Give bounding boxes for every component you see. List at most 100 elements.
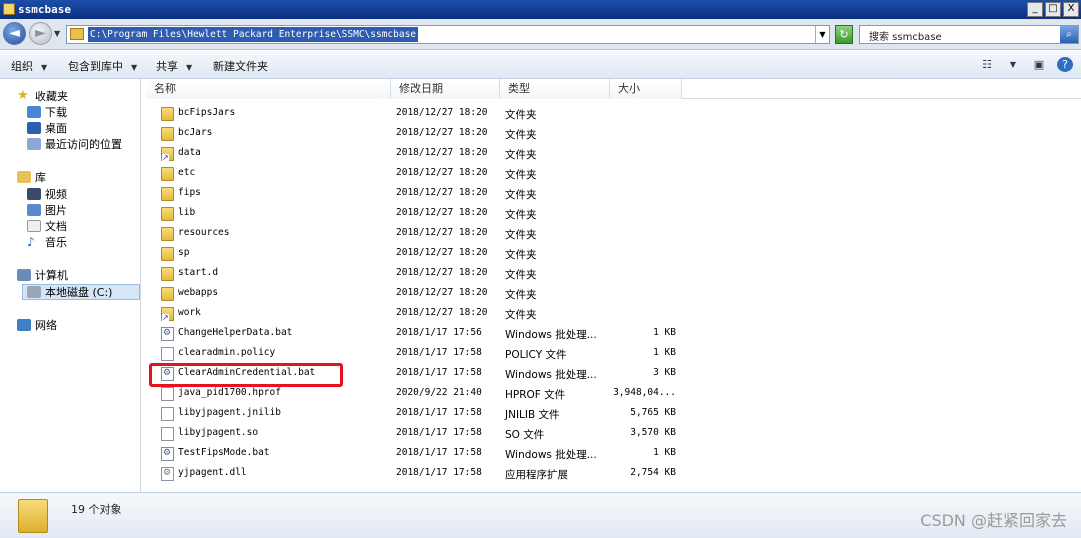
new-folder-button[interactable]: 新建文件夹 (213, 58, 268, 74)
file-row[interactable]: ChangeHelperData.bat2018/1/17 17:56Windo… (146, 324, 686, 344)
nav-label: 收藏夹 (35, 90, 68, 103)
file-row[interactable]: etc 2018/12/27 18:20 文件夹 (146, 164, 686, 184)
file-date: 2018/1/17 17:58 (396, 407, 482, 418)
batch-file-icon (161, 327, 174, 341)
window-title: ssmcbase (18, 3, 71, 16)
chevron-down-icon[interactable]: ▼ (815, 26, 829, 43)
file-name: data (178, 147, 201, 158)
nav-documents[interactable]: 文档 (27, 218, 67, 234)
folder-icon (161, 247, 174, 261)
share-menu[interactable]: 共享 ▼ (156, 58, 192, 74)
nav-computer[interactable]: 计算机 (17, 267, 68, 283)
file-date: 2018/1/17 17:58 (396, 447, 482, 458)
column-date[interactable]: 修改日期 (391, 79, 500, 99)
file-row[interactable]: fips 2018/12/27 18:20 文件夹 (146, 184, 686, 204)
share-label: 共享 (156, 60, 178, 73)
file-type: 文件夹 (505, 249, 537, 261)
file-row[interactable]: data 2018/12/27 18:20 文件夹 (146, 144, 686, 164)
file-row[interactable]: libyjpagent.so 2018/1/17 17:58 SO 文件 3,570 … (146, 424, 686, 444)
folder-icon (161, 267, 174, 281)
item-count: 19 个对象 (71, 503, 122, 516)
file-name: java_pid1700.hprof (178, 387, 281, 398)
file-row[interactable]: webapps 2018/12/27 18:20 文件夹 (146, 284, 686, 304)
nav-label: 最近访问的位置 (45, 138, 122, 151)
navigation-pane: ★ 收藏夹 下载 桌面 最近访问的位置 库 视频 图片 文档 ♪ 音乐 计算机 本地… (0, 79, 141, 492)
nav-favorites[interactable]: ★ 收藏夹 (17, 88, 68, 104)
column-type[interactable]: 类型 (500, 79, 610, 99)
nav-local-disk[interactable]: 本地磁盘 (C:) (22, 284, 140, 300)
file-name: libyjpagent.so (178, 427, 259, 438)
music-icon: ♪ (27, 235, 35, 249)
nav-label: 下载 (45, 106, 67, 119)
nav-network[interactable]: 网络 (17, 317, 57, 333)
folder-shortcut-icon (161, 307, 174, 322)
address-input[interactable]: C:\Program Files\Hewlett Packard Enterpr… (66, 25, 830, 44)
file-row[interactable]: TestFipsMode.bat2018/1/17 17:58Windows 批… (146, 444, 686, 464)
file-type: 文件夹 (505, 229, 537, 241)
chevron-down-icon[interactable]: ▼ (1005, 57, 1021, 72)
file-name: lib (178, 207, 196, 218)
file-date: 2018/1/17 17:58 (396, 347, 482, 358)
file-date: 2018/12/27 18:20 (396, 287, 488, 298)
file-type: HPROF 文件 (505, 389, 566, 401)
file-row[interactable]: resources 2018/12/27 18:20 文件夹 (146, 224, 686, 244)
close-button[interactable]: X (1063, 2, 1079, 17)
nav-label: 文档 (45, 220, 67, 233)
view-options-icon[interactable]: ☷ (979, 57, 995, 72)
nav-videos[interactable]: 视频 (27, 186, 67, 202)
search-icon[interactable]: ⌕ (1060, 26, 1078, 43)
nav-downloads[interactable]: 下载 (27, 104, 67, 120)
download-icon (27, 106, 41, 118)
file-name: ChangeHelperData.bat (178, 327, 293, 338)
file-date: 2018/12/27 18:20 (396, 107, 488, 118)
file-list: bcFipsJars 2018/12/27 18:20 文件夹 bcJars 2018/… (146, 104, 1081, 488)
library-icon (17, 171, 31, 183)
file-row[interactable]: work 2018/12/27 18:20 文件夹 (146, 304, 686, 324)
column-name[interactable]: 名称 (146, 79, 391, 99)
file-row[interactable]: java_pid1700.hprof 2020/9/22 21:40 HPROF 文… (146, 384, 686, 404)
file-row[interactable]: lib 2018/12/27 18:20 文件夹 (146, 204, 686, 224)
file-type: 文件夹 (505, 289, 537, 301)
column-size[interactable]: 大小 (610, 79, 682, 99)
nav-music[interactable]: ♪ 音乐 (27, 234, 67, 250)
search-placeholder: 搜索 ssmcbase (869, 32, 942, 43)
file-row[interactable]: clearadmin.policy 2018/1/17 17:58 POLICY 文… (146, 344, 686, 364)
title-bar: ssmcbase _ □ X (0, 0, 1081, 19)
address-path[interactable]: C:\Program Files\Hewlett Packard Enterpr… (88, 27, 419, 42)
chevron-down-icon[interactable]: ▼ (54, 29, 62, 38)
file-row[interactable]: start.d 2018/12/27 18:20 文件夹 (146, 264, 686, 284)
nav-libraries[interactable]: 库 (17, 169, 46, 185)
network-icon (17, 319, 31, 331)
file-row[interactable]: bcJars 2018/12/27 18:20 文件夹 (146, 124, 686, 144)
back-button[interactable]: ◄ (3, 22, 26, 45)
refresh-button[interactable]: ↻ (835, 25, 853, 44)
include-library-menu[interactable]: 包含到库中 ▼ (68, 58, 137, 74)
nav-pictures[interactable]: 图片 (27, 202, 67, 218)
file-name: libyjpagent.jnilib (178, 407, 281, 418)
help-icon[interactable]: ? (1057, 57, 1073, 72)
batch-file-icon (161, 447, 174, 461)
nav-label: 计算机 (35, 269, 68, 282)
file-name: work (178, 307, 201, 318)
nav-label: 音乐 (45, 236, 67, 249)
file-row[interactable]: sp 2018/12/27 18:20 文件夹 (146, 244, 686, 264)
nav-recent[interactable]: 最近访问的位置 (27, 136, 122, 152)
maximize-button[interactable]: □ (1045, 2, 1061, 17)
file-row[interactable]: yjpagent.dll 2018/1/17 17:58 应用程序扩展 2,754 K… (146, 464, 686, 484)
file-size: 3 KB (653, 367, 676, 378)
file-date: 2018/12/27 18:20 (396, 227, 488, 238)
file-row[interactable]: libyjpagent.jnilib 2018/1/17 17:58 JNILIB … (146, 404, 686, 424)
forward-button[interactable]: ► (29, 22, 52, 45)
file-row[interactable]: bcFipsJars 2018/12/27 18:20 文件夹 (146, 104, 686, 124)
nav-desktop[interactable]: 桌面 (27, 120, 67, 136)
file-size: 1 KB (653, 327, 676, 338)
file-name: webapps (178, 287, 219, 298)
minimize-button[interactable]: _ (1027, 2, 1043, 17)
organize-menu[interactable]: 组织 ▼ (11, 58, 47, 74)
file-name: start.d (178, 267, 219, 278)
search-input[interactable]: 搜索 ssmcbase ⌕ (859, 25, 1079, 44)
file-date: 2018/12/27 18:20 (396, 207, 488, 218)
nav-label: 图片 (45, 204, 67, 217)
recent-places-icon (27, 138, 41, 150)
preview-pane-icon[interactable]: ▣ (1031, 57, 1047, 72)
